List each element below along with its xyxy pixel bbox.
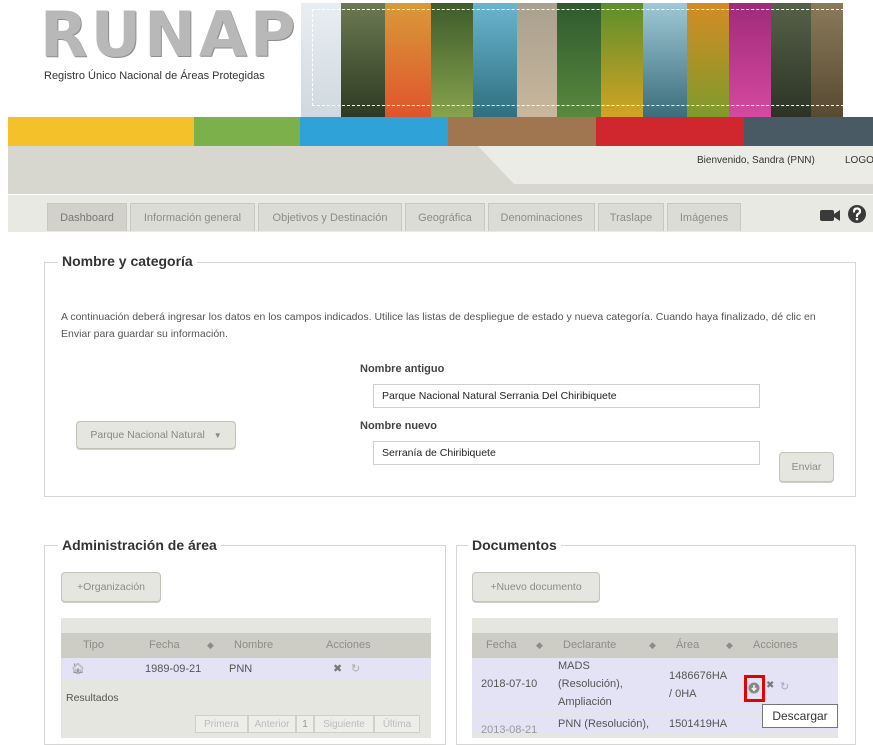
row-declarante-1: MADS: [558, 660, 590, 672]
logo-subtitle: Registro Único Nacional de Áreas Protegi…: [44, 70, 265, 82]
sort-icon[interactable]: ◆: [536, 633, 543, 658]
add-organizacion-button[interactable]: +Organización: [61, 572, 161, 602]
tab-dashboard[interactable]: Dashboard: [47, 203, 127, 231]
tab-imagenes[interactable]: Imágenes: [667, 203, 741, 231]
refresh-icon[interactable]: ↻: [351, 658, 360, 680]
results-label: Resultados: [66, 692, 119, 704]
row-fecha: 2013-08-21: [481, 724, 538, 733]
row-area-1: 1501419HA: [669, 718, 728, 730]
category-select-value: Parque Nacional Natural: [90, 429, 205, 441]
row-fecha: 1989-09-21: [145, 663, 202, 675]
sort-icon[interactable]: ◆: [726, 633, 733, 658]
pager-last[interactable]: Última: [374, 715, 420, 733]
row-fecha: 2018-07-10: [481, 678, 538, 690]
row-declarante-3: Ampliación: [558, 696, 612, 708]
col-declarante[interactable]: Declarante: [563, 633, 616, 658]
nombre-categoria-title: Nombre y categoría: [58, 253, 197, 269]
help-icon[interactable]: [847, 204, 867, 224]
tab-informacion-general[interactable]: Información general: [130, 203, 255, 231]
row-nombre: PNN: [229, 663, 253, 675]
sort-icon[interactable]: ◆: [649, 633, 656, 658]
header: RUNAP Registro Único Nacional de Áreas P…: [0, 0, 873, 117]
tab-denominaciones[interactable]: Denominaciones: [488, 203, 595, 231]
delete-icon[interactable]: ✖: [766, 680, 774, 691]
tab-objetivos[interactable]: Objetivos y Destinación: [258, 203, 402, 231]
instructions-text: A continuación deberá ingresar los datos…: [61, 311, 816, 340]
welcome-text: Bienvenido, Sandra (PNN): [697, 155, 815, 166]
col-nombre[interactable]: Nombre: [234, 633, 273, 658]
col-acciones: Acciones: [326, 639, 371, 651]
row-declarante-2: (Resolución),: [558, 678, 623, 690]
old-name-label: Nombre antiguo: [360, 363, 445, 375]
color-bar: [8, 117, 873, 146]
tab-geografica[interactable]: Geográfica: [405, 203, 485, 231]
sort-icon[interactable]: ◆: [207, 633, 214, 658]
new-name-label: Nombre nuevo: [360, 420, 438, 432]
logout-link[interactable]: LOGOU: [845, 155, 873, 166]
row-declarante-1: PNN (Resolución),: [558, 718, 650, 730]
pager-next[interactable]: Siguiente: [314, 715, 374, 733]
admin-area-title: Administración de área: [58, 537, 221, 553]
pager-page[interactable]: 1: [296, 715, 314, 733]
row-area-2: / 0HA: [669, 688, 697, 700]
table-row[interactable]: 🏠︎ 1989-09-21 PNN ✖ ↻: [61, 658, 431, 680]
pager-first[interactable]: Primera: [195, 715, 248, 733]
col-fecha[interactable]: Fecha: [486, 633, 517, 658]
col-area[interactable]: Área: [676, 633, 699, 658]
delete-icon[interactable]: ✖: [333, 658, 342, 680]
documentos-title: Documentos: [468, 537, 561, 553]
enviar-button[interactable]: Enviar: [779, 452, 834, 482]
nuevo-documento-button[interactable]: +Nuevo documento: [472, 572, 600, 602]
video-camera-icon[interactable]: [819, 206, 841, 224]
admin-grid-header: Tipo Fecha ◆ Nombre Acciones: [61, 633, 431, 658]
download-icon[interactable]: [748, 682, 760, 694]
category-select[interactable]: Parque Nacional Natural ▼: [76, 421, 236, 449]
refresh-icon[interactable]: ↻: [780, 680, 789, 693]
row-area-1: 1486676HA: [669, 670, 728, 682]
old-name-field[interactable]: Parque Nacional Natural Serrania Del Chi…: [373, 384, 760, 408]
col-acciones: Acciones: [753, 639, 798, 651]
runap-logo: RUNAP: [40, 0, 299, 71]
chevron-down-icon: ▼: [213, 431, 222, 440]
home-icon: 🏠︎: [71, 663, 85, 675]
user-strip: [8, 146, 873, 194]
col-fecha[interactable]: Fecha: [149, 633, 180, 658]
col-tipo[interactable]: Tipo: [83, 633, 104, 658]
download-tooltip: Descargar: [762, 704, 838, 728]
tab-traslape[interactable]: Traslape: [598, 203, 664, 231]
new-name-field[interactable]: Serranía de Chiribiquete: [373, 441, 760, 465]
docs-grid-header: Fecha ◆ Declarante ◆ Área ◆ Acciones: [472, 633, 838, 658]
nature-banner: [301, 3, 873, 117]
pager-prev[interactable]: Anterior: [248, 715, 296, 733]
